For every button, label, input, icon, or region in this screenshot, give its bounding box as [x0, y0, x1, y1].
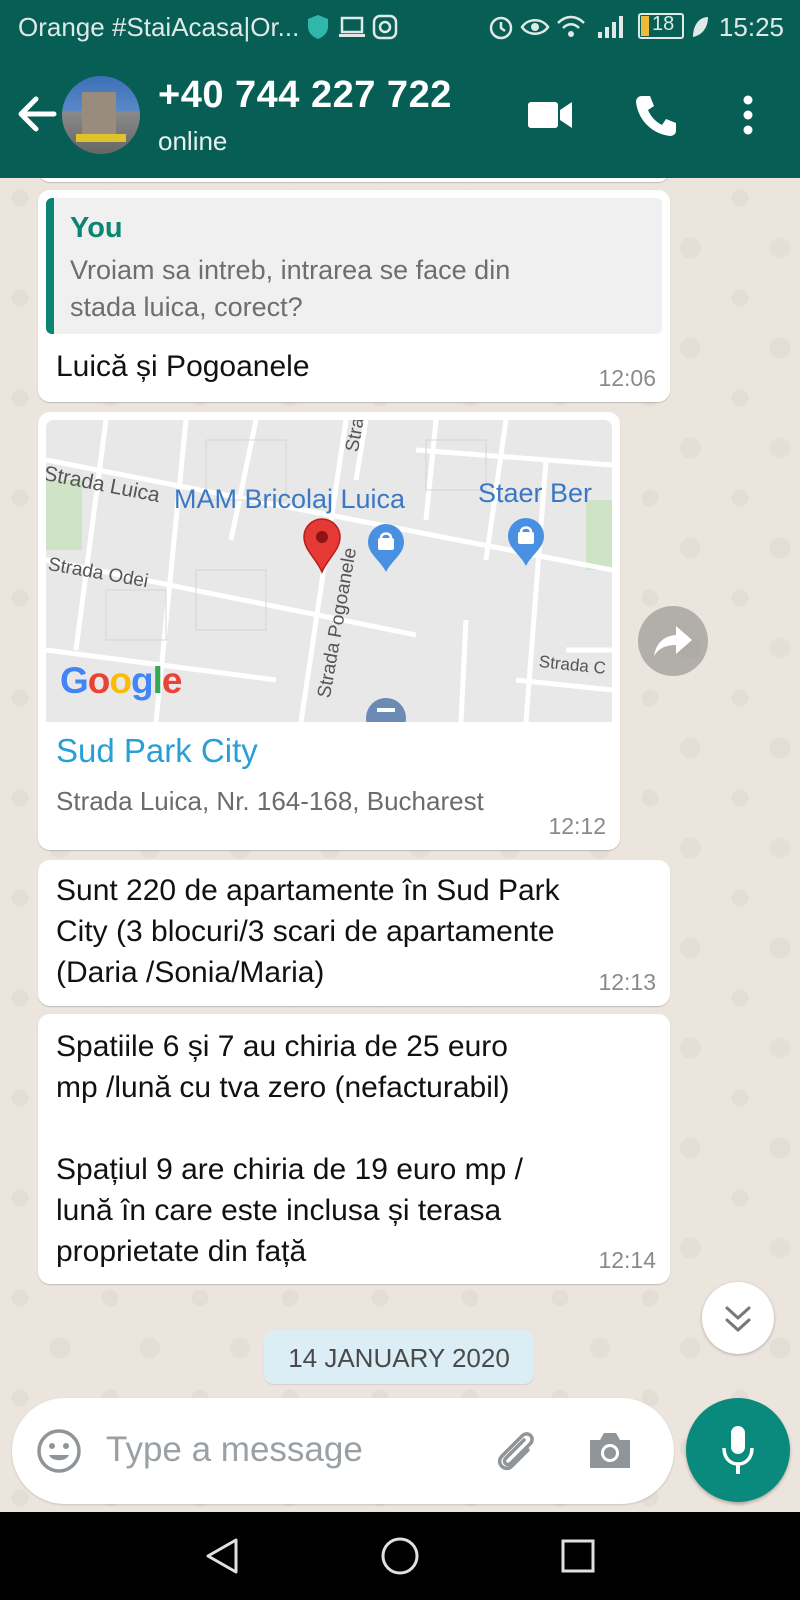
place-address: Strada Luica, Nr. 164-168, Bucharest: [56, 786, 484, 816]
signal-icon: [598, 16, 623, 38]
wifi-icon: [557, 15, 585, 37]
place-name[interactable]: Sud Park City: [56, 732, 258, 770]
battery-level: 18: [652, 13, 675, 35]
alarm-icon: [489, 16, 513, 40]
quote-text: Vroiam sa intreb, intrarea se face din s…: [70, 255, 511, 322]
message-time: 12:12: [548, 813, 606, 839]
nav-recents-icon[interactable]: [560, 1538, 596, 1574]
emoji-icon[interactable]: [36, 1428, 82, 1474]
map-label-mam-bricolaj: MAM Bricolaj Luica: [174, 484, 406, 514]
clock: 15:25: [718, 12, 784, 42]
double-chevron-down-icon: [725, 1306, 751, 1332]
message-bubble[interactable]: Spatiile 6 și 7 au chiria de 25 euro mp …: [38, 1014, 670, 1284]
instagram-icon: [372, 14, 398, 40]
forward-icon: [654, 626, 692, 656]
message-time: 12:13: [598, 969, 656, 995]
date-chip-label: 14 JANUARY 2020: [288, 1343, 510, 1373]
battery-icon: 18: [638, 13, 684, 39]
status-bar: Orange #StaiAcasa|Or... 18 15:25: [0, 0, 800, 54]
chat-header: +40 744 227 722 online: [0, 54, 800, 178]
message-text: Sunt 220 de apartamente în Sud Park City…: [56, 874, 560, 989]
previous-message-bubble: [38, 178, 670, 182]
quote-author: You: [70, 212, 123, 244]
contact-status: online: [158, 126, 228, 156]
quote-accent-bar: [46, 198, 54, 334]
shopping-bag-icon: [368, 524, 404, 572]
laptop-icon: [339, 16, 365, 37]
date-chip: 14 JANUARY 2020: [264, 1330, 534, 1384]
scroll-to-bottom-button[interactable]: [702, 1282, 774, 1354]
message-input-bar[interactable]: Type a message: [12, 1398, 674, 1504]
shield-icon: [308, 15, 328, 39]
eye-icon: [520, 19, 550, 35]
location-message-bubble[interactable]: Strada Luica Strada MAM Bricolaj Luica S…: [38, 412, 620, 850]
message-bubble-reply[interactable]: You Vroiam sa intreb, intrarea se face d…: [38, 190, 670, 402]
map-label-staer: Staer Ber: [478, 478, 593, 508]
quoted-message[interactable]: You Vroiam sa intreb, intrarea se face d…: [46, 198, 662, 334]
system-navigation-bar: [0, 1512, 800, 1600]
phone-call-icon[interactable]: [634, 92, 678, 138]
message-text: Luică și Pogoanele: [56, 350, 310, 383]
leaf-icon: [693, 17, 708, 37]
nav-home-icon[interactable]: [380, 1536, 420, 1576]
bank-icon: [366, 698, 406, 722]
map-pin-icon: [303, 518, 341, 574]
message-bubble[interactable]: Sunt 220 de apartamente în Sud Park City…: [38, 860, 670, 1006]
nav-back-icon[interactable]: [204, 1536, 240, 1576]
back-arrow-icon[interactable]: [16, 94, 58, 134]
google-logo: Google: [60, 660, 182, 701]
chat-area[interactable]: You Vroiam sa intreb, intrarea se face d…: [0, 178, 800, 1512]
forward-button[interactable]: [638, 606, 708, 676]
camera-icon[interactable]: [586, 1428, 634, 1472]
attachment-icon[interactable]: [490, 1426, 540, 1476]
message-input-placeholder[interactable]: Type a message: [106, 1430, 363, 1470]
contact-avatar[interactable]: [62, 76, 140, 154]
video-call-icon[interactable]: [526, 98, 574, 132]
map-preview[interactable]: Strada Luica Strada MAM Bricolaj Luica S…: [46, 420, 612, 722]
message-time: 12:14: [598, 1247, 656, 1273]
contact-name[interactable]: +40 744 227 722: [158, 74, 452, 117]
microphone-icon: [722, 1426, 754, 1474]
voice-message-button[interactable]: [686, 1398, 790, 1502]
message-text: Spatiile 6 și 7 au chiria de 25 euro mp …: [56, 1030, 523, 1268]
message-time: 12:06: [598, 365, 656, 391]
shopping-bag-icon-2: [508, 518, 544, 566]
carrier-name: Orange #StaiAcasa|Or...: [18, 12, 300, 42]
more-options-icon[interactable]: [742, 94, 754, 136]
